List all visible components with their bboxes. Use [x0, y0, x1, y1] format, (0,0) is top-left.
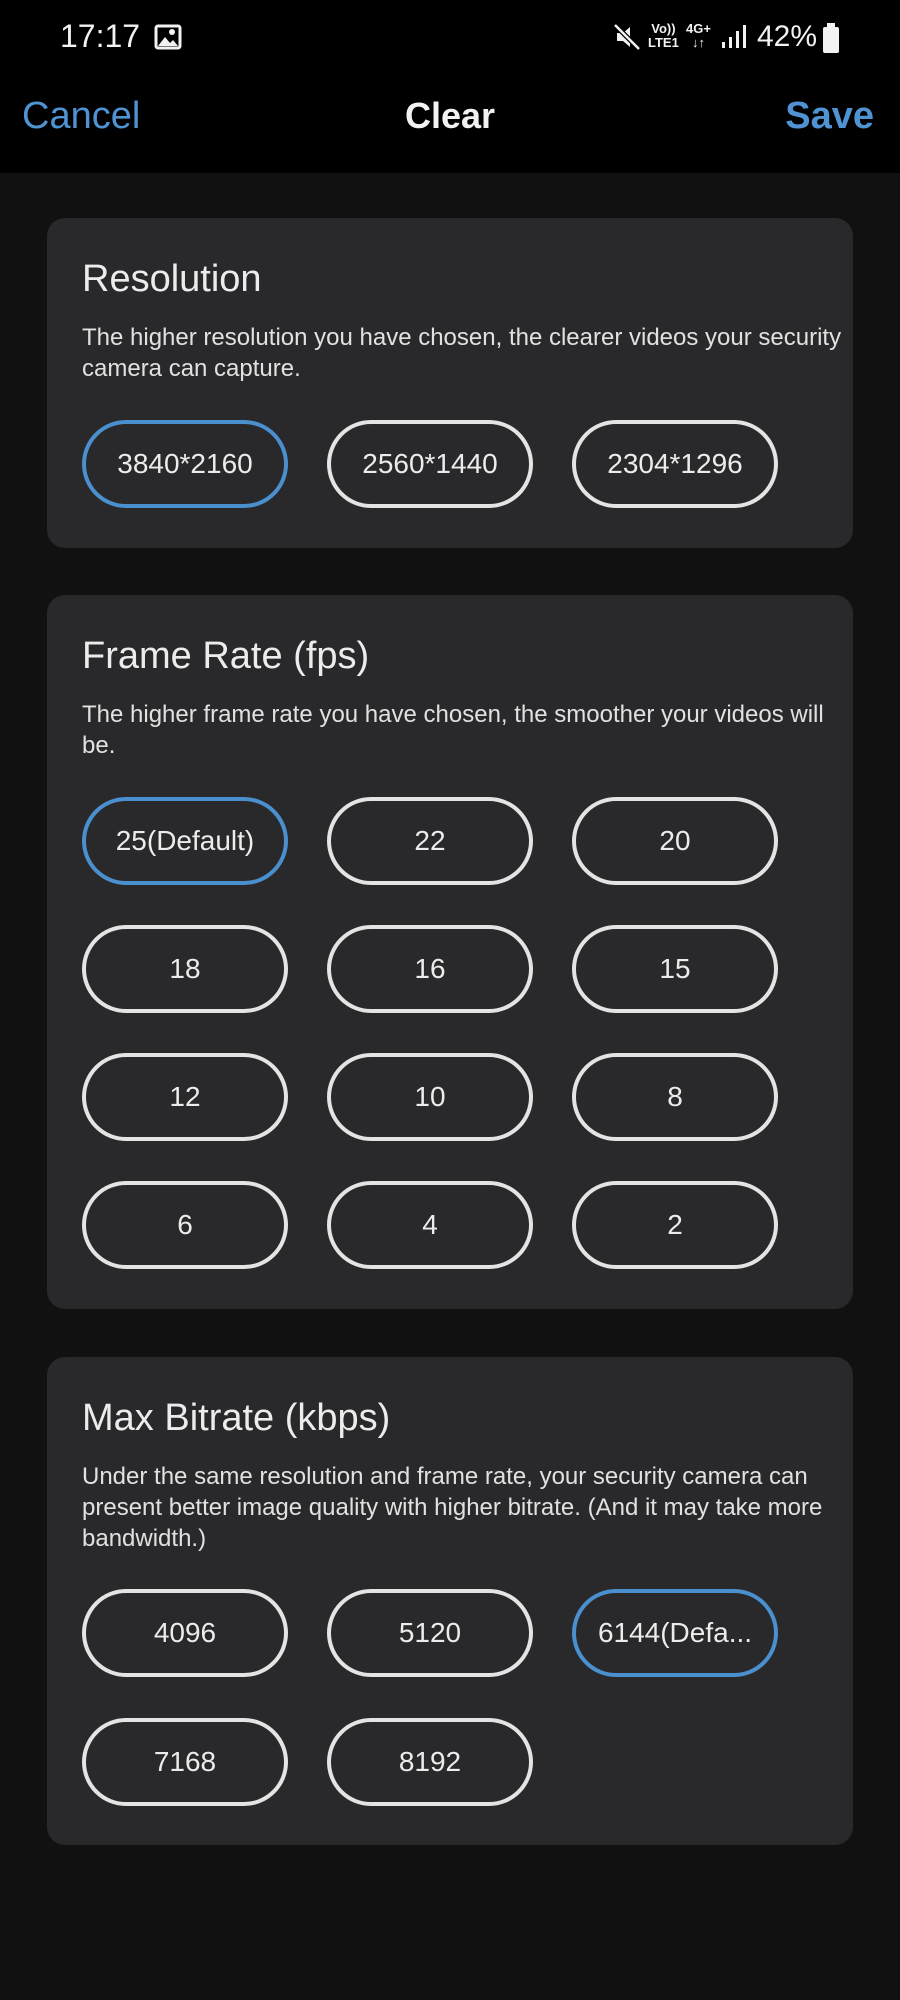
signal-icon [720, 22, 748, 54]
resolution-option-2304x1296[interactable]: 2304*1296 [572, 420, 778, 508]
bitrate-option-6144[interactable]: 6144(Defa... [572, 1589, 778, 1677]
bitrate-description: Under the same resolution and frame rate… [82, 1463, 823, 1552]
resolution-card: Resolution The higher resolution you hav… [47, 218, 853, 548]
volte-indicator: Vo)) LTE1 [648, 21, 679, 50]
bitrate-option-7168[interactable]: 7168 [82, 1718, 288, 1806]
resolution-title: Resolution [82, 258, 262, 300]
frame-rate-option-25[interactable]: 25(Default) [82, 797, 288, 885]
top-app-bar: Cancel Clear Save [0, 78, 900, 173]
status-time: 17:17 [60, 18, 141, 54]
frame-rate-option-10[interactable]: 10 [327, 1053, 533, 1141]
bitrate-title: Max Bitrate (kbps) [82, 1397, 391, 1439]
frame-rate-title: Frame Rate (fps) [82, 635, 370, 677]
frame-rate-option-18[interactable]: 18 [82, 925, 288, 1013]
frame-rate-card: Frame Rate (fps) The higher frame rate y… [47, 595, 853, 1309]
save-button[interactable]: Save [785, 95, 874, 138]
frame-rate-option-12[interactable]: 12 [82, 1053, 288, 1141]
frame-rate-option-20[interactable]: 20 [572, 797, 778, 885]
resolution-option-2560x1440[interactable]: 2560*1440 [327, 420, 533, 508]
network-type-indicator: 4G+ ↓↑ [686, 21, 711, 50]
frame-rate-option-16[interactable]: 16 [327, 925, 533, 1013]
bitrate-card: Max Bitrate (kbps) Under the same resolu… [47, 1357, 853, 1845]
bitrate-option-8192[interactable]: 8192 [327, 1718, 533, 1806]
mute-icon [612, 22, 642, 56]
frame-rate-option-22[interactable]: 22 [327, 797, 533, 885]
frame-rate-option-8[interactable]: 8 [572, 1053, 778, 1141]
battery-icon [822, 22, 840, 58]
frame-rate-option-15[interactable]: 15 [572, 925, 778, 1013]
gallery-icon [154, 24, 182, 54]
frame-rate-option-6[interactable]: 6 [82, 1181, 288, 1269]
bitrate-option-5120[interactable]: 5120 [327, 1589, 533, 1677]
frame-rate-option-2[interactable]: 2 [572, 1181, 778, 1269]
battery-percentage: 42% [757, 20, 818, 53]
frame-rate-option-4[interactable]: 4 [327, 1181, 533, 1269]
status-bar: 17:17 Vo)) LTE1 4G+ ↓↑ 42% [0, 0, 900, 78]
bitrate-option-4096[interactable]: 4096 [82, 1589, 288, 1677]
frame-rate-description: The higher frame rate you have chosen, t… [82, 701, 824, 759]
resolution-option-3840x2160[interactable]: 3840*2160 [82, 420, 288, 508]
resolution-description: The higher resolution you have chosen, t… [82, 324, 842, 382]
page-title: Clear [404, 95, 496, 136]
